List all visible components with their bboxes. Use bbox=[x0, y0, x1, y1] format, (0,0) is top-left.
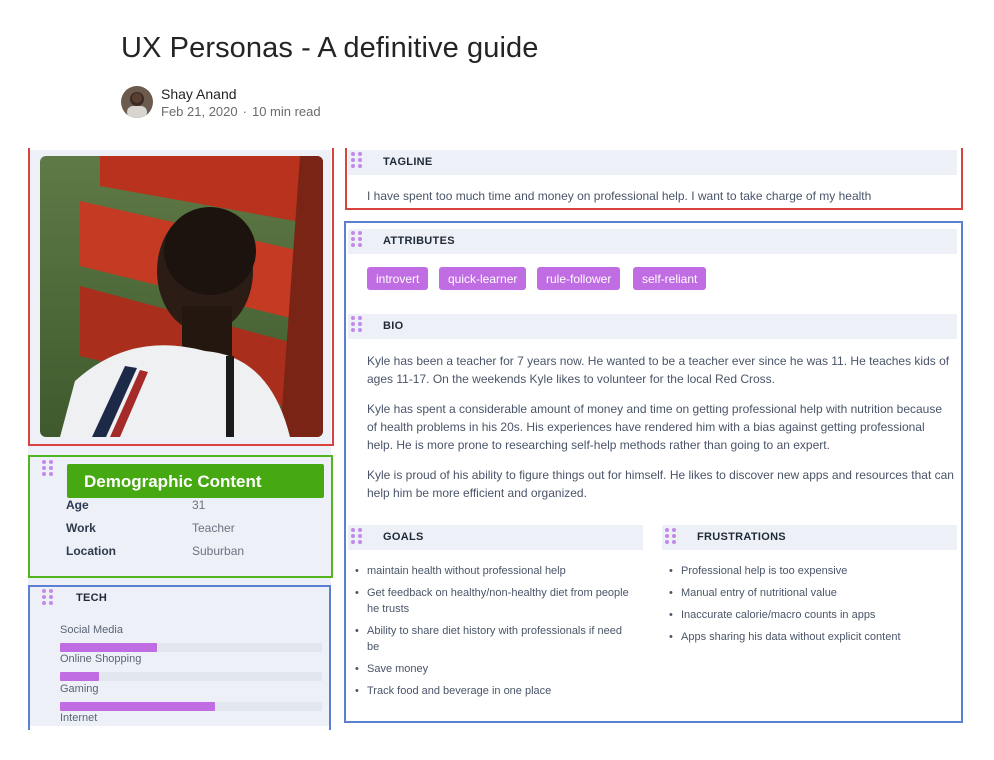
drag-handle-icon[interactable] bbox=[665, 528, 677, 544]
goal-item: Save money bbox=[355, 661, 630, 677]
demographic-row-location: Location Suburban bbox=[66, 544, 244, 558]
goal-item: Track food and beverage in one place bbox=[355, 683, 630, 699]
attributes-header: ATTRIBUTES bbox=[348, 229, 957, 254]
attribute-tag[interactable]: self-reliant bbox=[633, 267, 707, 290]
publish-date: Feb 21, 2020 bbox=[161, 104, 238, 119]
drag-handle-icon[interactable] bbox=[42, 589, 54, 605]
frustration-item: Professional help is too expensive bbox=[669, 563, 954, 579]
demographic-value: 31 bbox=[192, 498, 206, 512]
photo-highlight-box bbox=[28, 148, 334, 446]
frustrations-list: Professional help is too expensive Manua… bbox=[669, 563, 954, 651]
tech-bar-fill bbox=[60, 643, 157, 652]
goal-item: maintain health without professional hel… bbox=[355, 563, 630, 579]
author-avatar[interactable] bbox=[121, 86, 153, 118]
tagline-header: TAGLINE bbox=[348, 150, 957, 175]
tagline-text: I have spent too much time and money on … bbox=[367, 189, 872, 203]
goals-list: maintain health without professional hel… bbox=[355, 563, 630, 705]
tech-bar-social-media bbox=[60, 643, 322, 652]
tech-label-gaming: Gaming bbox=[60, 683, 99, 695]
tech-label-internet: Internet bbox=[60, 712, 98, 724]
goal-item: Ability to share diet history with profe… bbox=[355, 623, 630, 655]
demographic-value: Suburban bbox=[192, 544, 245, 558]
tech-label-online-shopping: Online Shopping bbox=[60, 653, 142, 665]
goal-item: Get feedback on healthy/non-healthy diet… bbox=[355, 585, 630, 617]
demographic-banner: Demographic Content bbox=[67, 464, 324, 498]
attribute-tag[interactable]: introvert bbox=[367, 267, 429, 290]
frustration-item: Inaccurate calorie/macro counts in apps bbox=[669, 607, 954, 623]
article-title: UX Personas - A definitive guide bbox=[121, 32, 539, 64]
tech-bar-online-shopping bbox=[60, 672, 322, 681]
meta-separator: · bbox=[242, 104, 247, 119]
attribute-tag[interactable]: quick-learner bbox=[439, 267, 527, 290]
demographic-label: Work bbox=[66, 521, 96, 535]
frustration-item: Apps sharing his data without explicit c… bbox=[669, 629, 954, 645]
demographic-value: Teacher bbox=[192, 521, 235, 535]
tech-bar-fill bbox=[60, 672, 100, 681]
frustrations-header: FRUSTRATIONS bbox=[662, 525, 957, 550]
demographic-label: Location bbox=[66, 544, 116, 558]
drag-handle-icon[interactable] bbox=[351, 316, 363, 332]
frustration-item: Manual entry of nutritional value bbox=[669, 585, 954, 601]
demographic-row-work: Work Teacher bbox=[66, 521, 235, 535]
bio-paragraph: Kyle is proud of his ability to figure t… bbox=[367, 468, 954, 500]
attribute-tag[interactable]: rule-follower bbox=[537, 267, 621, 290]
demographic-label: Age bbox=[66, 498, 89, 512]
author-name[interactable]: Shay Anand bbox=[161, 86, 237, 102]
read-time: 10 min read bbox=[251, 104, 321, 119]
bio-header: BIO bbox=[348, 314, 957, 339]
tech-bar-gaming bbox=[60, 702, 322, 711]
demographic-row-age: Age 31 bbox=[66, 498, 205, 512]
bio-paragraph: Kyle has spent a considerable amount of … bbox=[367, 402, 943, 452]
drag-handle-icon[interactable] bbox=[351, 528, 363, 544]
bio-paragraph: Kyle has been a teacher for 7 years now.… bbox=[367, 354, 950, 386]
tech-label-social-media: Social Media bbox=[60, 624, 123, 636]
drag-handle-icon[interactable] bbox=[351, 231, 363, 247]
drag-handle-icon[interactable] bbox=[351, 152, 363, 168]
drag-handle-icon[interactable] bbox=[42, 460, 54, 476]
goals-header: GOALS bbox=[348, 525, 643, 550]
tech-title: TECH bbox=[76, 592, 108, 604]
tech-bar-fill bbox=[60, 702, 215, 711]
article-meta: Feb 21, 2020 · 10 min read bbox=[161, 104, 321, 119]
